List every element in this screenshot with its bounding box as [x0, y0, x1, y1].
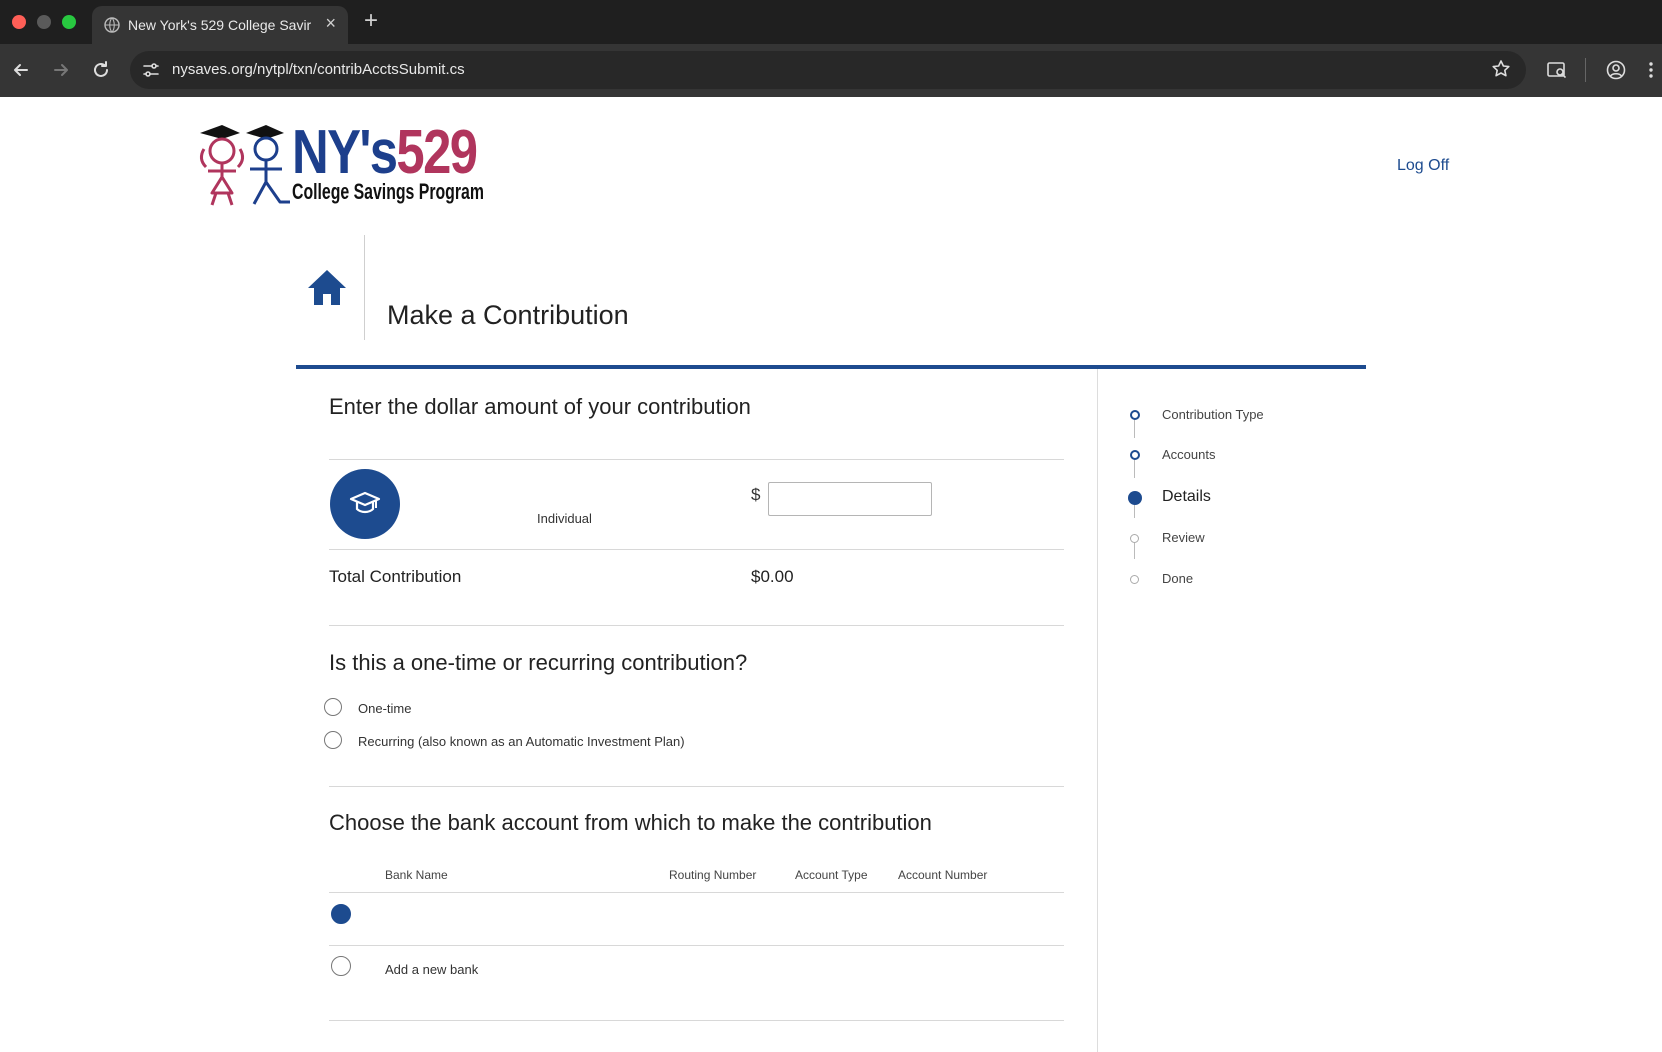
step-done-dot	[1130, 575, 1139, 584]
table-header-divider	[329, 892, 1064, 893]
step-contribution-type-dot	[1130, 410, 1140, 420]
toolbar-separator	[1585, 58, 1586, 82]
page-title: Make a Contribution	[387, 300, 629, 330]
bank-account-radio[interactable]	[331, 904, 351, 924]
nys-529-logo[interactable]: NY's529 College Savings Program	[194, 117, 484, 209]
recurring-radio[interactable]	[324, 731, 342, 749]
tab-close-icon[interactable]: ×	[325, 13, 336, 34]
section-divider	[329, 459, 1064, 460]
graduation-cap-icon	[349, 491, 381, 514]
column-routing-number: Routing Number	[669, 868, 757, 882]
fund-name: Individual	[537, 511, 592, 526]
step-accounts: Accounts	[1162, 447, 1216, 462]
add-new-bank-radio[interactable]	[331, 956, 351, 976]
address-bar[interactable]: nysaves.org/nytpl/txn/contribAcctsSubmit…	[130, 51, 1526, 89]
step-details: Details	[1162, 488, 1211, 505]
logo-tagline: College Savings Program	[292, 179, 484, 204]
title-rule	[296, 365, 1366, 369]
step-review: Review	[1162, 530, 1205, 545]
bank-heading: Choose the bank account from which to ma…	[329, 810, 932, 835]
browser-tab[interactable]: New York's 529 College Savir ×	[92, 6, 348, 44]
close-window-button[interactable]	[12, 15, 26, 29]
browser-toolbar: nysaves.org/nytpl/txn/contribAcctsSubmit…	[0, 44, 1662, 97]
step-review-dot	[1130, 534, 1139, 543]
header-divider	[364, 235, 365, 340]
tab-bar: New York's 529 College Savir × +	[0, 0, 1662, 44]
row-divider	[329, 549, 1064, 550]
menu-kebab-icon[interactable]	[1644, 59, 1658, 81]
forward-arrow-icon[interactable]	[50, 59, 72, 81]
step-done: Done	[1162, 571, 1194, 586]
new-tab-icon[interactable]: +	[364, 7, 378, 35]
tab-title: New York's 529 College Savir	[128, 17, 312, 33]
step-details-dot	[1128, 491, 1142, 505]
recurring-label: Recurring (also known as an Automatic In…	[358, 734, 685, 749]
column-account-number: Account Number	[898, 868, 988, 882]
contribution-amount-input[interactable]	[768, 482, 932, 516]
reading-list-icon[interactable]	[1546, 59, 1568, 81]
section-divider	[329, 1020, 1064, 1021]
site-settings-icon[interactable]	[142, 61, 160, 79]
sidebar-divider	[1097, 369, 1098, 1052]
section-divider	[329, 786, 1064, 787]
page-content: NY's529 College Savings Program Log Off …	[0, 97, 1662, 1052]
one-time-label: One-time	[358, 701, 412, 716]
browser-chrome: New York's 529 College Savir × + nysaves…	[0, 0, 1662, 97]
bookmark-star-icon[interactable]	[1490, 58, 1512, 80]
column-bank-name: Bank Name	[385, 868, 448, 882]
section-divider	[329, 625, 1064, 626]
logo-wordmark: NY's529	[292, 118, 478, 187]
kids-logo-icon	[199, 125, 290, 206]
globe-icon	[104, 17, 120, 33]
total-contribution-value: $0.00	[751, 567, 794, 586]
reload-icon[interactable]	[90, 59, 112, 81]
fund-avatar	[330, 469, 400, 539]
currency-symbol: $	[751, 485, 761, 504]
maximize-window-button[interactable]	[62, 15, 76, 29]
row-divider	[329, 945, 1064, 946]
total-contribution-label: Total Contribution	[329, 567, 462, 586]
home-icon[interactable]	[306, 267, 348, 307]
profile-icon[interactable]	[1605, 59, 1627, 81]
add-new-bank-label: Add a new bank	[385, 962, 479, 977]
frequency-heading: Is this a one-time or recurring contribu…	[329, 650, 748, 675]
amount-heading: Enter the dollar amount of your contribu…	[329, 394, 751, 419]
one-time-radio[interactable]	[324, 698, 342, 716]
minimize-window-button[interactable]	[37, 15, 51, 29]
log-off-link[interactable]: Log Off	[1397, 157, 1449, 175]
step-accounts-dot	[1130, 450, 1140, 460]
back-arrow-icon[interactable]	[10, 59, 32, 81]
url-text: nysaves.org/nytpl/txn/contribAcctsSubmit…	[172, 61, 465, 78]
step-contribution-type: Contribution Type	[1162, 407, 1264, 422]
column-account-type: Account Type	[795, 868, 868, 882]
